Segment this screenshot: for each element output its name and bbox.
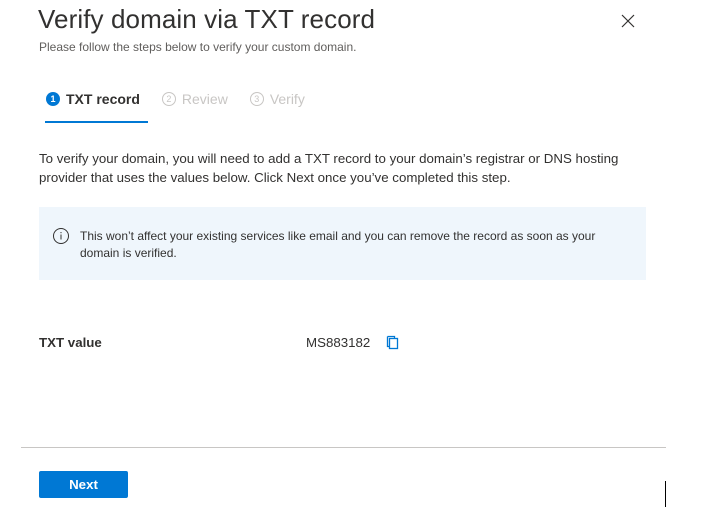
active-tab-indicator xyxy=(45,121,148,123)
tab-label: Verify xyxy=(269,91,305,107)
text-cursor xyxy=(665,481,666,507)
page-title: Verify domain via TXT record xyxy=(38,4,376,34)
verify-domain-panel: Verify domain via TXT record Please foll… xyxy=(0,0,711,507)
step-number-badge: 2 xyxy=(161,92,176,106)
info-message-bar: This won’t affect your existing services… xyxy=(39,207,646,280)
close-button[interactable] xyxy=(617,10,639,32)
info-icon xyxy=(53,228,69,244)
step-tabs: 1 TXT record 2 Review 3 Verify xyxy=(46,89,327,109)
tab-label: Review xyxy=(181,91,228,107)
instructions-text: To verify your domain, you will need to … xyxy=(39,151,619,185)
step-number-badge: 3 xyxy=(249,92,264,106)
tab-verify[interactable]: 3 Verify xyxy=(249,91,305,107)
txt-value-text: MS883182 xyxy=(306,335,371,350)
copy-button[interactable] xyxy=(384,334,402,352)
next-button[interactable]: Next xyxy=(39,471,128,498)
step-number-badge: 1 xyxy=(46,92,60,106)
tab-review[interactable]: 2 Review xyxy=(161,91,228,107)
tab-label: TXT record xyxy=(66,91,140,107)
txt-value-label: TXT value xyxy=(39,335,102,350)
copy-icon xyxy=(386,335,399,350)
info-message-text: This won’t affect your existing services… xyxy=(80,229,596,260)
tab-txt-record[interactable]: 1 TXT record xyxy=(46,91,140,107)
page-subtitle: Please follow the steps below to verify … xyxy=(39,40,357,54)
close-icon xyxy=(621,14,635,28)
footer-divider xyxy=(21,447,666,448)
